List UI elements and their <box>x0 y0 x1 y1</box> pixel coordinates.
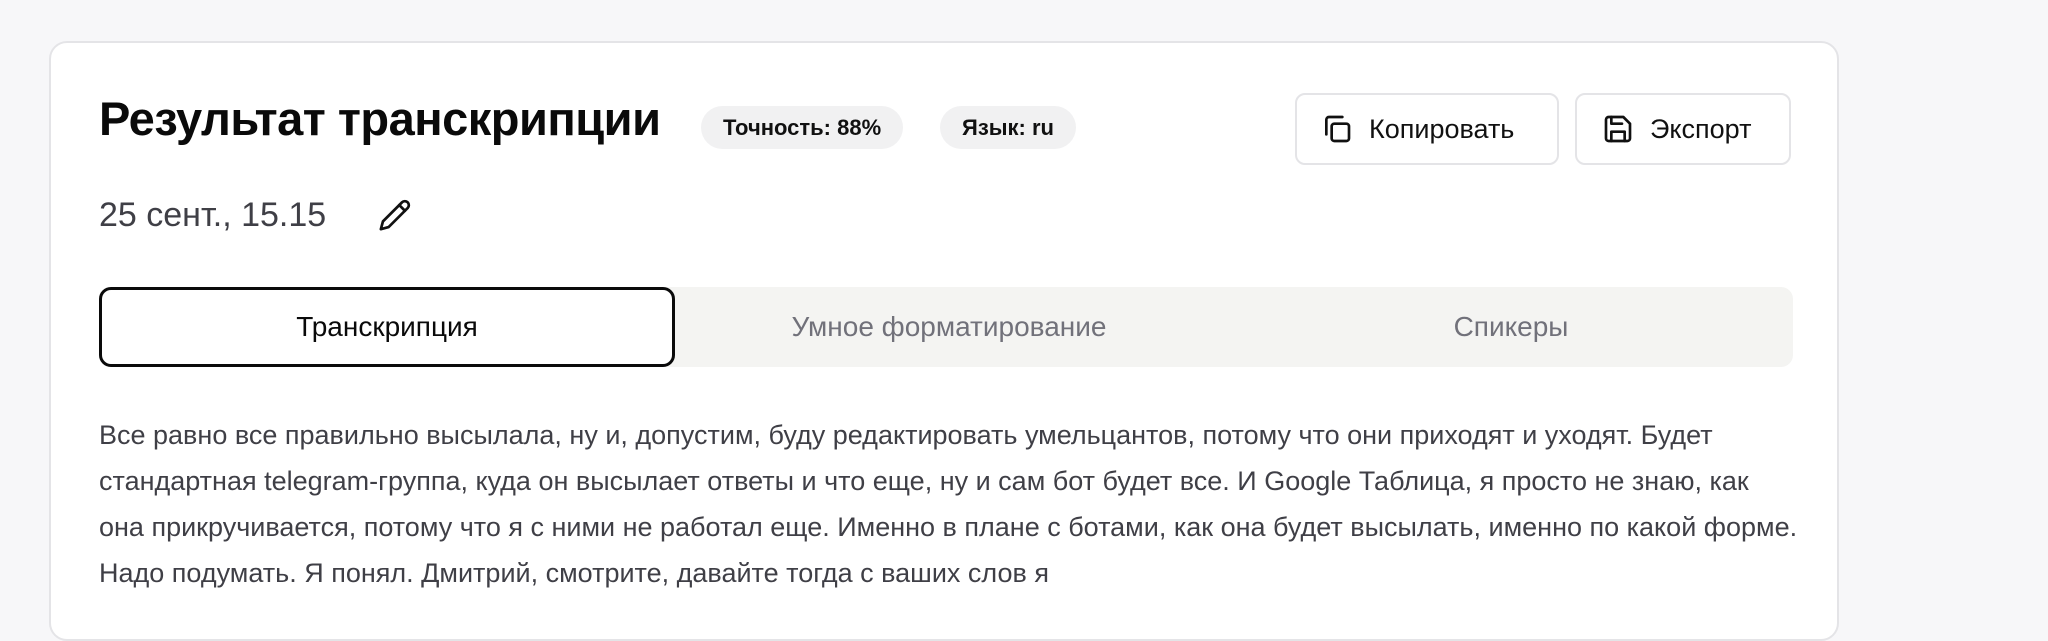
transcription-result-card: Результат транскрипции Точность: 88% Язы… <box>49 41 1839 641</box>
copy-button-label: Копировать <box>1369 113 1515 144</box>
copy-button[interactable]: Копировать <box>1295 93 1559 165</box>
view-tabs: Умное форматирование Спикеры Транскрипци… <box>99 287 1793 367</box>
tab-transcription[interactable]: Транскрипция <box>99 287 675 367</box>
tab-smart-formatting[interactable]: Умное форматирование <box>669 287 1229 367</box>
tab-speakers[interactable]: Спикеры <box>1229 287 1793 367</box>
accuracy-badge: Точность: 88% <box>701 106 904 149</box>
export-button[interactable]: Экспорт <box>1575 93 1791 165</box>
transcript-text: Все равно все правильно высылала, ну и, … <box>99 420 1798 588</box>
export-button-label: Экспорт <box>1650 113 1752 144</box>
transcription-date: 25 сент., 15.15 <box>99 196 327 234</box>
language-badge: Язык: ru <box>940 106 1076 149</box>
copy-icon <box>1321 113 1353 145</box>
pencil-icon[interactable] <box>378 198 412 232</box>
save-icon <box>1602 113 1634 145</box>
page-title: Результат транскрипции <box>99 92 661 145</box>
